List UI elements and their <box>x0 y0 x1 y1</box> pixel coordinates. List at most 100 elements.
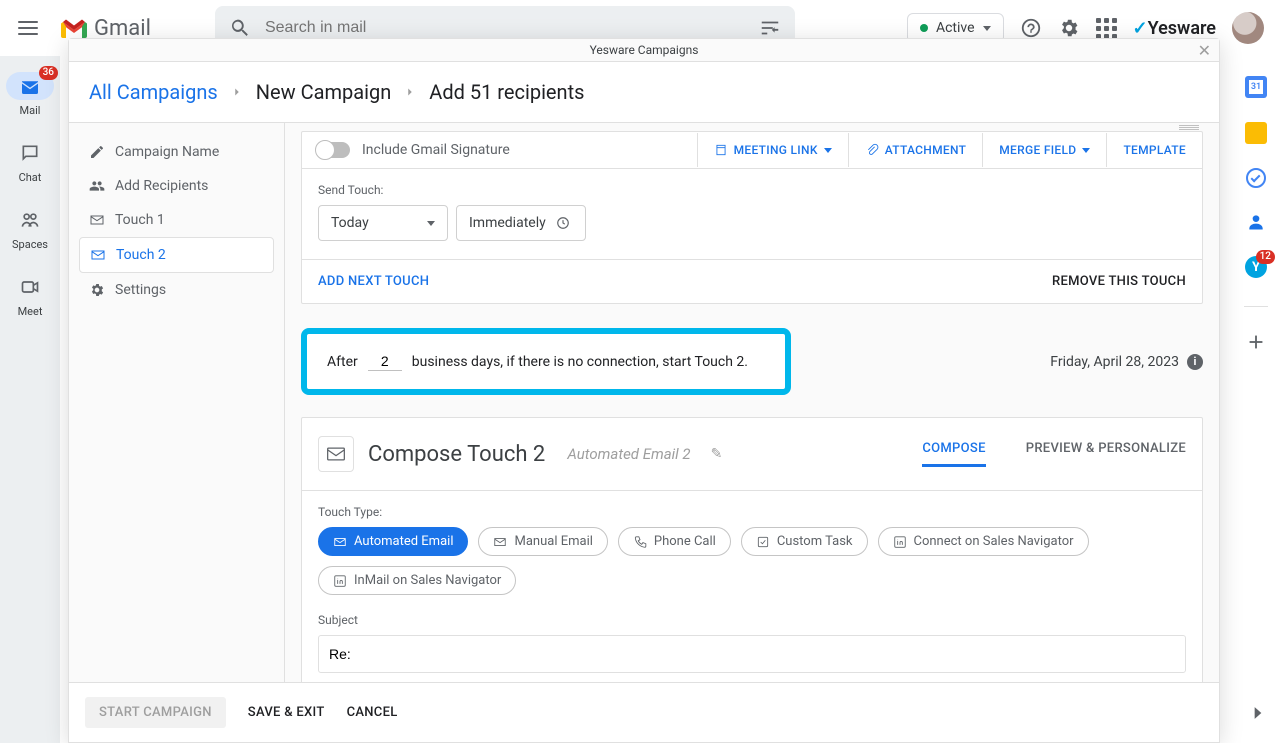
caret-down-icon <box>824 148 832 153</box>
paperclip-icon <box>865 143 879 157</box>
subject-label: Subject <box>318 613 1186 627</box>
yesware-side-icon[interactable]: Y 12 <box>1245 256 1267 278</box>
sidebar-item-touch-2[interactable]: Touch 2 <box>79 237 274 273</box>
menu-icon[interactable] <box>16 16 40 40</box>
switch-off-icon <box>316 142 350 158</box>
pencil-icon <box>89 144 105 160</box>
remove-touch-button[interactable]: REMOVE THIS TOUCH <box>1036 260 1202 303</box>
sidebar-item-label: Touch 2 <box>116 247 166 263</box>
sidebar-item-label: Campaign Name <box>115 144 219 160</box>
sidebar-item-settings[interactable]: Settings <box>79 273 274 307</box>
sidebar-item-label: Add Recipients <box>115 178 208 194</box>
keep-icon[interactable] <box>1245 122 1267 144</box>
close-icon[interactable]: ✕ <box>1198 41 1211 60</box>
mail-send-icon <box>89 212 105 228</box>
chat-icon <box>16 139 44 167</box>
search-input[interactable] <box>263 18 747 38</box>
caret-down-icon <box>983 26 991 31</box>
tab-compose[interactable]: COMPOSE <box>922 441 985 467</box>
meeting-link-button[interactable]: MEETING LINK <box>697 133 848 167</box>
apps-icon[interactable] <box>1096 18 1117 39</box>
delay-row: After business days, if there is no conn… <box>301 328 1203 395</box>
compose-subtitle: Automated Email 2 <box>567 445 690 463</box>
sidebar-item-touch-1[interactable]: Touch 1 <box>79 203 274 237</box>
tune-icon[interactable] <box>759 17 781 39</box>
search-icon <box>229 17 251 39</box>
gmail-text: Gmail <box>94 16 151 41</box>
rail-chat[interactable]: Chat <box>16 139 44 184</box>
sidebar-item-add-recipients[interactable]: Add Recipients <box>79 169 274 203</box>
settings-icon[interactable] <box>1058 17 1080 39</box>
send-touch-label: Send Touch: <box>318 183 1186 197</box>
collapse-panel-icon[interactable] <box>1248 703 1268 727</box>
info-icon[interactable]: i <box>1187 354 1203 370</box>
chip-phone-call[interactable]: Phone Call <box>618 527 731 556</box>
add-next-touch-button[interactable]: ADD NEXT TOUCH <box>302 260 445 303</box>
chevron-right-icon <box>230 80 244 104</box>
phone-icon <box>633 535 647 549</box>
annotation-arrow-icon <box>285 352 301 408</box>
campaign-modal: Yesware Campaigns ✕ All Campaigns New Ca… <box>68 38 1220 743</box>
delay-prefix: After <box>327 354 358 370</box>
subject-input[interactable] <box>318 635 1186 673</box>
avatar[interactable] <box>1232 12 1264 44</box>
calendar-icon <box>714 143 728 157</box>
chip-connect-sales-nav[interactable]: Connect on Sales Navigator <box>878 527 1089 556</box>
compose-mail-icon <box>318 436 354 472</box>
plus-icon[interactable] <box>1245 331 1267 357</box>
cancel-button[interactable]: CANCEL <box>347 705 398 720</box>
chip-custom-task[interactable]: Custom Task <box>741 527 868 556</box>
spaces-icon <box>16 206 44 234</box>
caret-down-icon <box>1082 148 1090 153</box>
task-icon <box>756 535 770 549</box>
template-button[interactable]: TEMPLATE <box>1106 133 1202 167</box>
contacts-icon[interactable] <box>1246 212 1266 232</box>
touch1-panel: Include Gmail Signature MEETING LINK ATT… <box>301 131 1203 304</box>
breadcrumb-all[interactable]: All Campaigns <box>89 80 218 104</box>
clock-icon <box>556 216 570 230</box>
breadcrumb-new: New Campaign <box>256 80 392 104</box>
chip-inmail-sales-nav[interactable]: InMail on Sales Navigator <box>318 566 516 595</box>
yesware-badge: 12 <box>1256 250 1275 264</box>
rail-mail[interactable]: 36 Mail <box>6 72 54 117</box>
app-rail: 36 Mail Chat Spaces Meet <box>0 56 60 743</box>
edit-title-icon[interactable]: ✎ <box>711 446 723 462</box>
delay-suffix: business days, if there is no connection… <box>412 354 748 370</box>
save-exit-button[interactable]: SAVE & EXIT <box>248 705 325 720</box>
send-time-select[interactable]: Immediately <box>456 205 586 241</box>
chip-manual-email[interactable]: Manual Email <box>478 527 607 556</box>
calendar-icon[interactable]: 31 <box>1245 76 1267 98</box>
sidebar-item-campaign-name[interactable]: Campaign Name <box>79 135 274 169</box>
modal-main: Include Gmail Signature MEETING LINK ATT… <box>285 123 1219 682</box>
attachment-button[interactable]: ATTACHMENT <box>848 133 983 167</box>
side-panel: 31 Y 12 <box>1232 56 1280 743</box>
mail-icon <box>493 535 507 549</box>
delay-date: Friday, April 28, 2023 <box>1050 354 1179 370</box>
yesware-logo[interactable]: ✓Yesware <box>1133 18 1216 39</box>
breadcrumb-add: Add 51 recipients <box>429 80 584 104</box>
tasks-icon[interactable] <box>1246 168 1266 188</box>
modal-title: Yesware Campaigns <box>590 43 699 57</box>
modal-footer: START CAMPAIGN SAVE & EXIT CANCEL <box>69 682 1219 742</box>
mail-send-icon <box>90 247 106 263</box>
tab-preview[interactable]: PREVIEW & PERSONALIZE <box>1026 441 1186 467</box>
send-when-select[interactable]: Today <box>318 205 448 241</box>
sidebar-item-label: Settings <box>115 282 166 298</box>
touch2-panel: Compose Touch 2 Automated Email 2 ✎ COMP… <box>301 417 1203 682</box>
rail-spaces[interactable]: Spaces <box>12 206 48 251</box>
help-icon[interactable] <box>1020 17 1042 39</box>
linkedin-icon <box>893 535 907 549</box>
rail-meet[interactable]: Meet <box>16 273 44 318</box>
start-campaign-button[interactable]: START CAMPAIGN <box>85 697 226 728</box>
chip-automated-email[interactable]: Automated Email <box>318 527 468 556</box>
meet-icon <box>16 273 44 301</box>
gmail-mark-icon <box>60 18 88 38</box>
sidebar-item-label: Touch 1 <box>115 212 165 228</box>
compose-title: Compose Touch 2 <box>368 442 545 467</box>
merge-field-button[interactable]: MERGE FIELD <box>982 133 1106 167</box>
include-signature-toggle[interactable]: Include Gmail Signature <box>302 132 697 168</box>
delay-days-input[interactable] <box>368 352 402 371</box>
gmail-logo[interactable]: Gmail <box>60 16 151 41</box>
drag-handle-icon[interactable] <box>1179 125 1199 131</box>
caret-down-icon <box>427 221 435 226</box>
